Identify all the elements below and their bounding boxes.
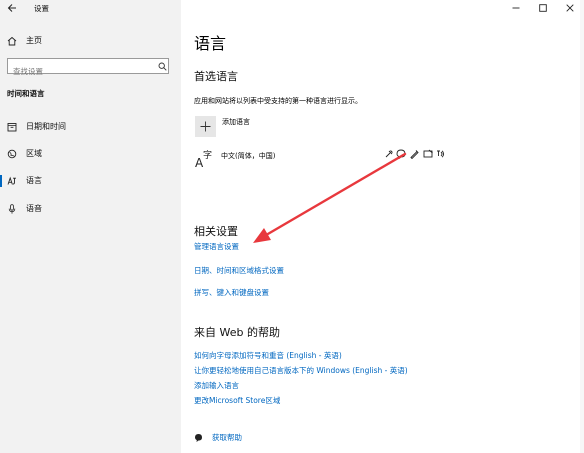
page-title: 语言 xyxy=(194,34,227,53)
minimize-icon[interactable] xyxy=(512,4,520,12)
sidebar-item-home[interactable]: 主页 xyxy=(7,35,177,47)
sidebar-item-speech-label: 语音 xyxy=(26,204,42,213)
related-settings-title: 相关设置 xyxy=(194,225,238,238)
display-language-icon xyxy=(423,149,434,159)
microphone-icon xyxy=(7,204,17,214)
add-language-label[interactable]: 添加语言 xyxy=(222,117,250,127)
sidebar-item-datetime-label: 日期和时间 xyxy=(26,122,66,131)
sidebar-item-datetime[interactable]: 日期和时间 xyxy=(7,121,177,133)
sidebar: 设置 主页 时间和语言 日期和时间 区域 语言 语音 xyxy=(0,0,181,453)
add-language-button[interactable] xyxy=(195,116,216,137)
web-help-title: 来自 Web 的帮助 xyxy=(194,326,280,339)
get-help-icon xyxy=(194,433,204,443)
preferred-languages-title: 首选语言 xyxy=(194,70,238,83)
main-content: 语言 首选语言 应用和网站将以列表中受支持的第一种语言进行显示。 添加语言 A … xyxy=(181,0,584,453)
sidebar-item-home-label: 主页 xyxy=(26,36,42,45)
sidebar-category-title: 时间和语言 xyxy=(7,89,45,98)
link-help-add-input-language[interactable]: 添加输入语言 xyxy=(194,380,239,391)
preferred-languages-description: 应用和网站将以列表中受支持的第一种语言进行显示。 xyxy=(194,97,362,105)
link-help-accent-symbols[interactable]: 如何向字母添加符号和重音 (English - 英语) xyxy=(194,350,342,361)
window-title: 设置 xyxy=(34,4,49,13)
sidebar-item-region-label: 区域 xyxy=(26,149,42,158)
scrollbar[interactable] xyxy=(580,0,584,453)
get-help-label[interactable]: 获取帮助 xyxy=(212,432,242,443)
search-input[interactable] xyxy=(8,64,153,79)
plus-icon xyxy=(200,121,211,132)
selection-indicator xyxy=(0,175,2,187)
sidebar-item-region[interactable]: 区域 xyxy=(7,148,177,160)
language-a-zi-icon: A 字 xyxy=(195,148,217,170)
link-manage-language-settings[interactable]: 管理语言设置 xyxy=(194,241,239,252)
link-spelling-typing-keyboard[interactable]: 拼写、键入和键盘设置 xyxy=(194,287,269,298)
link-date-time-region-format[interactable]: 日期、时间和区域格式设置 xyxy=(194,265,284,276)
annotation-arrow xyxy=(253,152,407,243)
close-icon[interactable] xyxy=(566,4,574,12)
calendar-icon xyxy=(7,122,17,132)
link-help-change-store-region[interactable]: 更改Microsoft Store区域 xyxy=(194,395,280,406)
handwriting-icon xyxy=(410,149,420,159)
globe-icon xyxy=(7,149,17,159)
language-icon xyxy=(7,176,17,186)
search-icon[interactable] xyxy=(158,62,167,71)
text-to-speech-icon xyxy=(436,149,445,159)
svg-text:字: 字 xyxy=(203,149,212,161)
get-help-item[interactable]: 获取帮助 xyxy=(194,432,314,444)
maximize-icon[interactable] xyxy=(539,4,547,12)
back-arrow-icon[interactable] xyxy=(7,3,17,13)
home-icon xyxy=(7,36,17,46)
sidebar-item-language-label: 语言 xyxy=(26,176,42,185)
search-field[interactable] xyxy=(7,58,169,79)
link-help-windows-language-version[interactable]: 让你更轻松地使用自己语言版本下的 Windows (English - 英语) xyxy=(194,365,408,376)
sidebar-item-speech[interactable]: 语音 xyxy=(7,203,177,215)
sidebar-item-language[interactable]: 语言 xyxy=(0,174,177,188)
